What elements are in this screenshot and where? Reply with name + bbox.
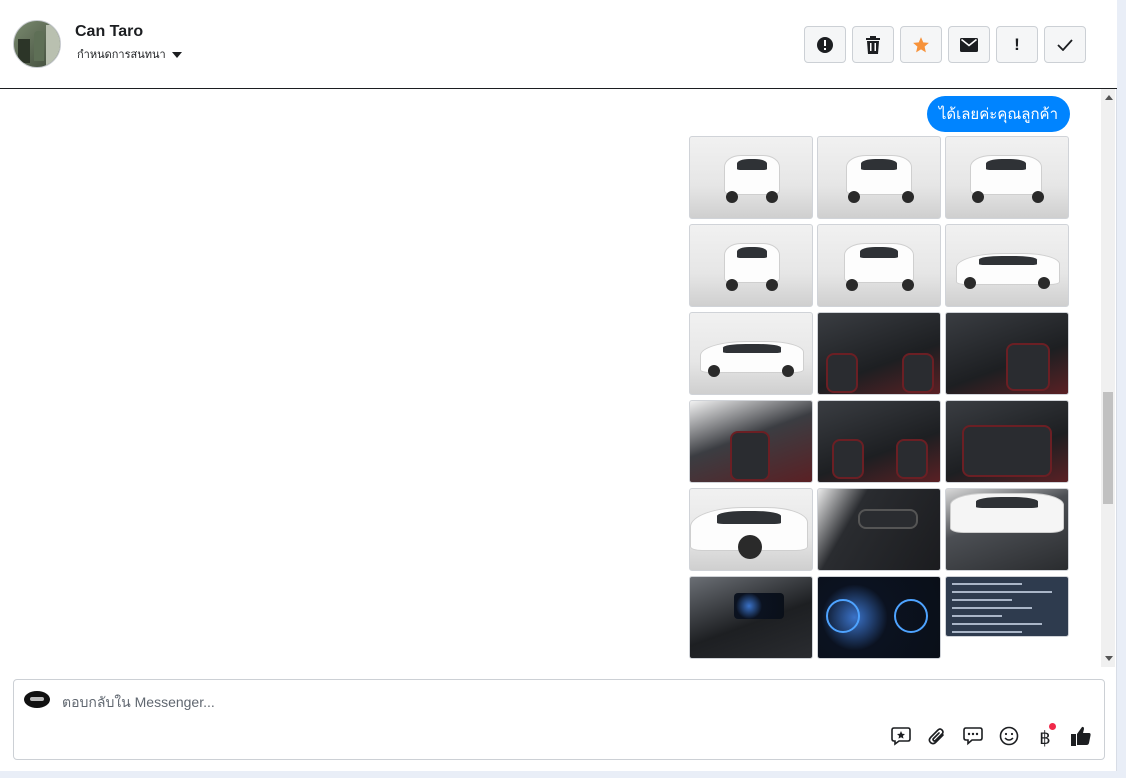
outgoing-message-bubble[interactable]: ได้เลยค่ะคุณลูกค้า xyxy=(926,96,1070,132)
chat-bubble-icon xyxy=(963,726,983,751)
conversation-actions: ! xyxy=(804,26,1086,63)
emoji-button[interactable] xyxy=(998,726,1020,751)
thread-scrollbar[interactable] xyxy=(1101,89,1115,667)
scrollbar-thumb[interactable] xyxy=(1103,392,1113,504)
like-button[interactable] xyxy=(1070,725,1092,752)
mark-done-button[interactable] xyxy=(1044,26,1086,63)
chevron-down-icon xyxy=(171,51,182,58)
car-photo-thumbnail[interactable] xyxy=(689,576,813,659)
car-photo-thumbnail[interactable] xyxy=(689,488,813,571)
alert-circle-icon xyxy=(816,36,834,54)
car-photo-thumbnail[interactable] xyxy=(689,312,813,395)
car-photo-thumbnail[interactable] xyxy=(817,312,941,395)
saved-reply-button[interactable] xyxy=(890,726,912,751)
car-photo-thumbnail[interactable] xyxy=(817,136,941,219)
star-button[interactable] xyxy=(900,26,942,63)
check-icon xyxy=(1057,38,1073,51)
reply-input[interactable] xyxy=(62,692,842,712)
trash-icon xyxy=(865,35,881,54)
mark-important-button[interactable]: ! xyxy=(996,26,1038,63)
car-photo-thumbnail[interactable] xyxy=(817,576,941,659)
envelope-icon xyxy=(960,37,978,52)
car-photo-thumbnail[interactable] xyxy=(817,224,941,307)
car-photo-thumbnail[interactable] xyxy=(689,136,813,219)
car-photo-thumbnail[interactable] xyxy=(945,400,1069,483)
scroll-down-arrow-icon[interactable] xyxy=(1105,656,1113,661)
attachment-icon xyxy=(927,726,947,751)
report-button[interactable] xyxy=(804,26,846,63)
attach-button[interactable] xyxy=(926,727,948,749)
delete-button[interactable] xyxy=(852,26,894,63)
car-photo-thumbnail[interactable] xyxy=(945,488,1069,571)
star-icon xyxy=(912,36,930,54)
contact-name[interactable]: Can Taro xyxy=(75,23,143,41)
assign-label: กำหนดการสนทนา xyxy=(77,49,166,61)
car-photo-thumbnail[interactable] xyxy=(689,224,813,307)
conversation-header: Can Taro กำหนดการสนทนา ! xyxy=(0,0,1117,89)
emoji-icon xyxy=(999,726,1019,751)
payment-button[interactable]: ฿ xyxy=(1034,723,1056,749)
quick-reply-button[interactable] xyxy=(962,726,984,751)
car-photo-thumbnail[interactable] xyxy=(945,224,1069,307)
message-thread[interactable]: ได้เลยค่ะคุณลูกค้า xyxy=(0,89,1117,667)
car-photo-thumbnail[interactable] xyxy=(817,488,941,571)
assign-conversation-dropdown[interactable]: กำหนดการสนทนา xyxy=(77,45,182,63)
car-photo-thumbnail[interactable] xyxy=(689,400,813,483)
car-photo-thumbnail[interactable] xyxy=(945,576,1069,637)
composer-toolbar: ฿ xyxy=(890,723,1092,752)
contact-avatar[interactable] xyxy=(13,20,61,68)
conversation-panel: Can Taro กำหนดการสนทนา ! ได้เลยค่ะคุณลูก… xyxy=(0,0,1117,771)
car-photo-thumbnail[interactable] xyxy=(817,400,941,483)
photo-attachment-grid xyxy=(689,136,1069,659)
mark-unread-button[interactable] xyxy=(948,26,990,63)
notification-dot xyxy=(1049,723,1056,730)
scroll-up-arrow-icon[interactable] xyxy=(1105,95,1113,100)
exclamation-icon: ! xyxy=(1014,34,1020,54)
reply-composer: ฿ xyxy=(13,679,1105,760)
page-avatar xyxy=(24,691,50,708)
car-photo-thumbnail[interactable] xyxy=(945,312,1069,395)
car-photo-thumbnail[interactable] xyxy=(945,136,1069,219)
saved-reply-icon xyxy=(891,726,911,751)
baht-payment-icon: ฿ xyxy=(1039,727,1051,748)
like-icon xyxy=(1070,725,1092,752)
message-text: ได้เลยค่ะคุณลูกค้า xyxy=(938,106,1058,123)
